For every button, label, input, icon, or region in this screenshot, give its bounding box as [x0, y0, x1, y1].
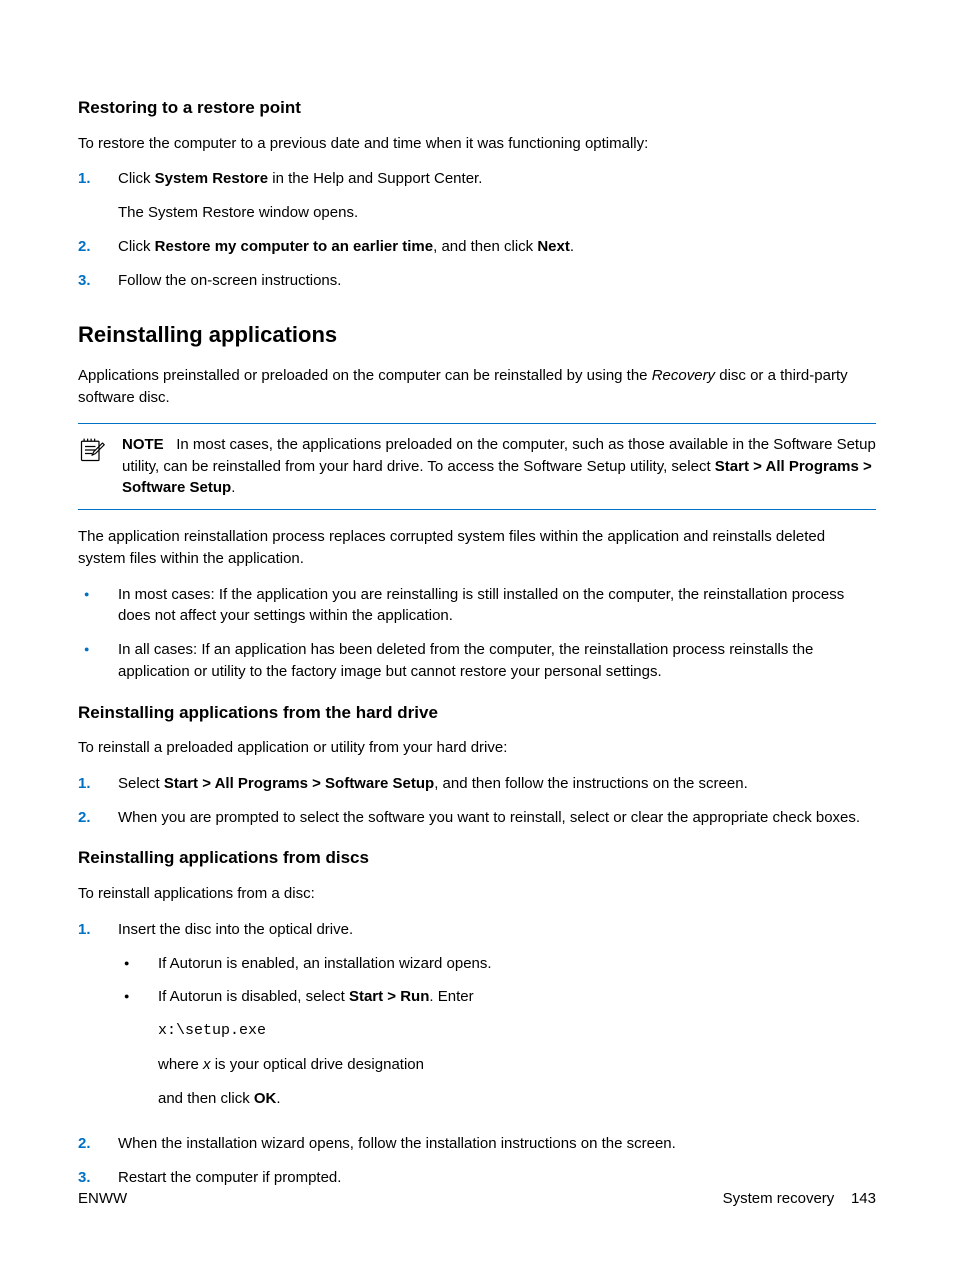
step-marker: 2. [78, 1133, 118, 1155]
step-marker: 3. [78, 1167, 118, 1189]
bullet-content: If Autorun is enabled, an installation w… [158, 953, 876, 975]
bullet-icon [78, 639, 118, 683]
step-marker: 1. [78, 773, 118, 795]
note-icon-col [78, 434, 122, 499]
step-marker: 1. [78, 919, 118, 1122]
step-marker: 3. [78, 270, 118, 292]
code-text: x:\setup.exe [158, 1020, 876, 1042]
text: is your optical drive designation [211, 1056, 424, 1073]
step-2: 2. When the installation wizard opens, f… [78, 1133, 876, 1155]
bullet-icon [118, 953, 158, 975]
step-2: 2. Click Restore my computer to an earli… [78, 236, 876, 258]
steps-restore-point: 1. Click System Restore in the Help and … [78, 168, 876, 291]
bold-text: OK [254, 1090, 277, 1107]
heading-restore-point: Restoring to a restore point [78, 96, 876, 121]
bullet-content: If Autorun is disabled, select Start > R… [158, 986, 876, 1109]
step-marker: 2. [78, 807, 118, 829]
para-reinstall-process: The application reinstallation process r… [78, 526, 876, 570]
text: Click [118, 170, 155, 187]
document-page: Restoring to a restore point To restore … [0, 0, 954, 1270]
step-content: Follow the on-screen instructions. [118, 270, 876, 292]
note-text: NOTE In most cases, the applications pre… [122, 434, 876, 499]
text: in the Help and Support Center. [268, 170, 482, 187]
list-item: In most cases: If the application you ar… [78, 584, 876, 628]
bold-text: Next [537, 238, 570, 255]
intro-reinstalling-apps: Applications preinstalled or preloaded o… [78, 365, 876, 409]
text: where [158, 1056, 203, 1073]
bold-text: Start > Run [349, 988, 429, 1005]
bullet-content: In most cases: If the application you ar… [118, 584, 876, 628]
bold-text: Restore my computer to an earlier time [155, 238, 433, 255]
text: Follow the on-screen instructions. [118, 270, 876, 292]
bold-text: Start > All Programs > Software Setup [164, 775, 434, 792]
text: When you are prompted to select the soft… [118, 807, 876, 829]
step-content: When the installation wizard opens, foll… [118, 1133, 876, 1155]
step-content: Select Start > All Programs > Software S… [118, 773, 876, 795]
step-marker: 2. [78, 236, 118, 258]
note-icon [78, 436, 106, 464]
step-1: 1. Click System Restore in the Help and … [78, 168, 876, 224]
step-content: Restart the computer if prompted. [118, 1167, 876, 1189]
bullet-content: In all cases: If an application has been… [118, 639, 876, 683]
intro-reinstall-hd: To reinstall a preloaded application or … [78, 737, 876, 759]
note-box: NOTE In most cases, the applications pre… [78, 423, 876, 510]
text: Select [118, 775, 164, 792]
step-3: 3. Follow the on-screen instructions. [78, 270, 876, 292]
footer-section-label: System recovery [723, 1190, 835, 1207]
text: Insert the disc into the optical drive. [118, 919, 876, 941]
text: . [231, 479, 235, 496]
italic-text: Recovery [652, 367, 715, 384]
step-content: Click System Restore in the Help and Sup… [118, 168, 876, 224]
bullet-icon [78, 584, 118, 628]
step-content: Insert the disc into the optical drive. … [118, 919, 876, 1122]
intro-restore-point: To restore the computer to a previous da… [78, 133, 876, 155]
step-extra: The System Restore window opens. [118, 202, 876, 224]
step-2: 2. When you are prompted to select the s… [78, 807, 876, 829]
list-item: If Autorun is enabled, an installation w… [118, 953, 876, 975]
intro-reinstall-discs: To reinstall applications from a disc: [78, 883, 876, 905]
text: , and then follow the instructions on th… [434, 775, 748, 792]
list-item: If Autorun is disabled, select Start > R… [118, 986, 876, 1109]
bullet-icon [118, 986, 158, 1109]
step-marker: 1. [78, 168, 118, 224]
text: , and then click [433, 238, 537, 255]
text: When the installation wizard opens, foll… [118, 1133, 876, 1155]
text: Click [118, 238, 155, 255]
heading-reinstall-discs: Reinstalling applications from discs [78, 846, 876, 871]
step-1: 1. Select Start > All Programs > Softwar… [78, 773, 876, 795]
note-label: NOTE [122, 436, 164, 453]
step-content: Click Restore my computer to an earlier … [118, 236, 876, 258]
text: . Enter [429, 988, 473, 1005]
steps-reinstall-discs: 1. Insert the disc into the optical driv… [78, 919, 876, 1189]
step-1: 1. Insert the disc into the optical driv… [78, 919, 876, 1122]
text: Applications preinstalled or preloaded o… [78, 367, 652, 384]
text: . [276, 1090, 280, 1107]
text: Restart the computer if prompted. [118, 1167, 876, 1189]
steps-reinstall-hd: 1. Select Start > All Programs > Softwar… [78, 773, 876, 829]
text: and then click [158, 1090, 254, 1107]
heading-reinstall-hd: Reinstalling applications from the hard … [78, 701, 876, 726]
page-number: 143 [851, 1190, 876, 1207]
list-item: In all cases: If an application has been… [78, 639, 876, 683]
step-3: 3. Restart the computer if prompted. [78, 1167, 876, 1189]
page-footer: ENWW System recovery 143 [78, 1188, 876, 1210]
sub-bullets: If Autorun is enabled, an installation w… [118, 953, 876, 1110]
footer-left: ENWW [78, 1188, 127, 1210]
footer-right: System recovery 143 [723, 1188, 876, 1210]
italic-text: x [203, 1056, 211, 1073]
bullets-reinstall-cases: In most cases: If the application you ar… [78, 584, 876, 683]
heading-reinstalling-apps: Reinstalling applications [78, 319, 876, 351]
bold-text: System Restore [155, 170, 268, 187]
step-content: When you are prompted to select the soft… [118, 807, 876, 829]
text: . [570, 238, 574, 255]
text: If Autorun is disabled, select [158, 988, 349, 1005]
